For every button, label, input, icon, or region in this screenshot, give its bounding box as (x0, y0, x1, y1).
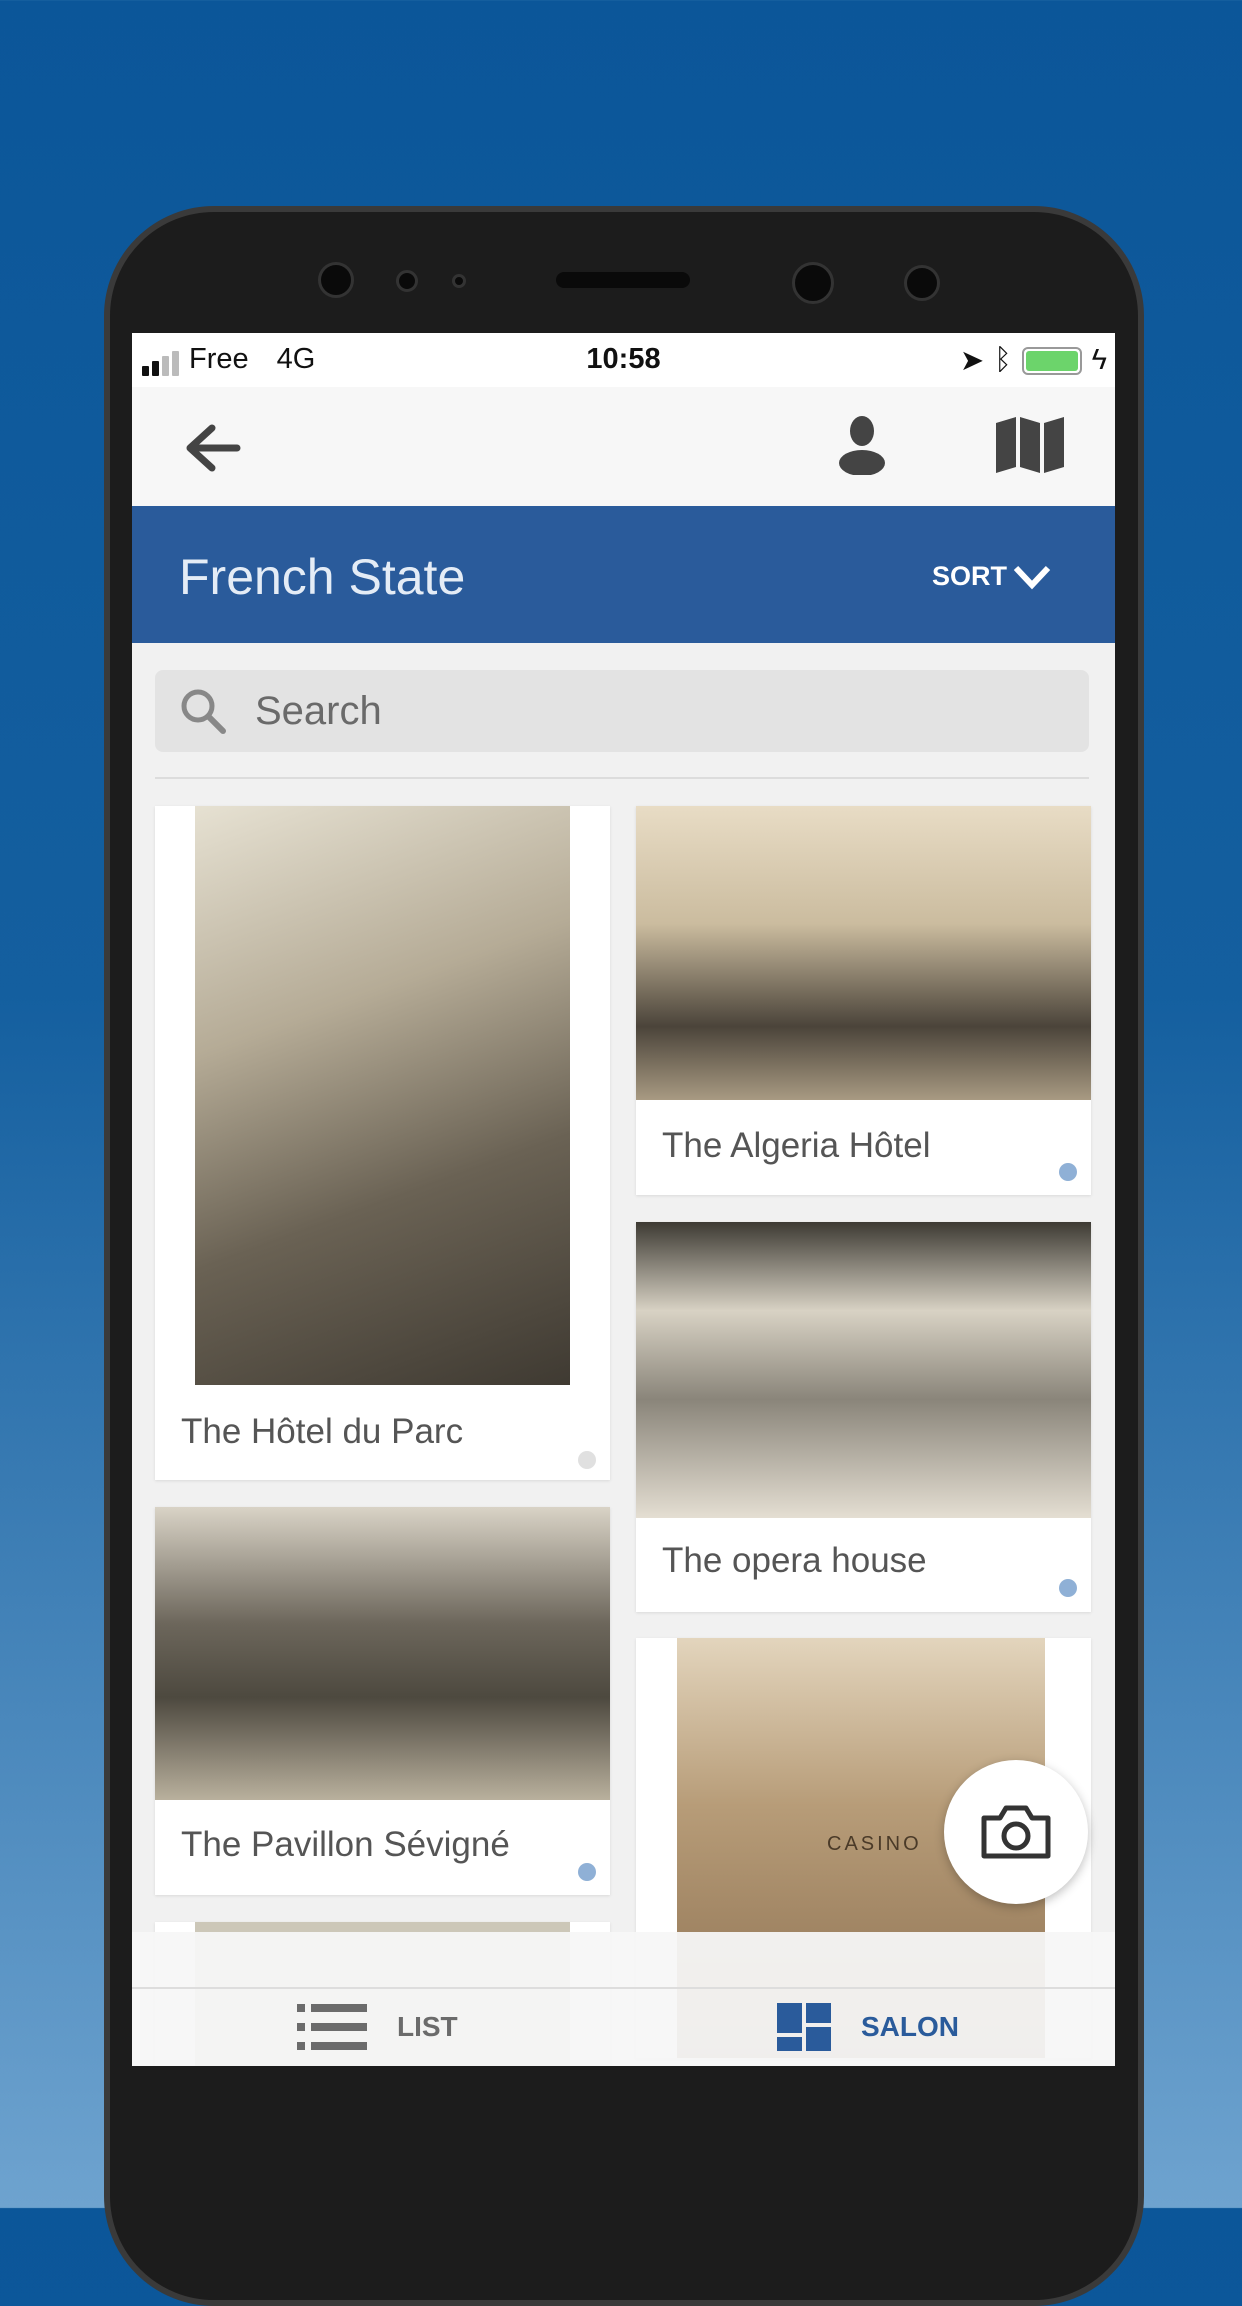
camera-icon (981, 1805, 1051, 1859)
divider (155, 777, 1089, 779)
status-dot (1059, 1163, 1077, 1181)
sensor (904, 265, 940, 301)
tab-salon[interactable]: SALON (777, 1987, 959, 2066)
tab-list-label: LIST (397, 2010, 458, 2042)
photo (195, 806, 570, 1385)
app-screen: Free4G 10:58 ➤ᛒϟ French State SORT The H… (132, 333, 1115, 2066)
camera (792, 262, 834, 304)
item-caption: The Algeria Hôtel (662, 1126, 931, 1165)
grid-icon (777, 2002, 831, 2051)
search-input[interactable] (255, 688, 955, 734)
photo (636, 1222, 1091, 1518)
user-icon[interactable] (838, 415, 886, 475)
page-header: French State SORT (132, 506, 1115, 643)
bluetooth-icon: ᛒ (994, 344, 1012, 376)
status-bar: Free 4G 10:58 ➤ ᛒ ϟ (132, 333, 1115, 387)
nav-bar (132, 387, 1115, 506)
item-caption: The Pavillon Sévigné (181, 1825, 510, 1864)
photo (636, 806, 1091, 1100)
sensor (452, 274, 466, 288)
list-icon (297, 2003, 367, 2050)
status-dot (578, 1863, 596, 1881)
status-dot (578, 1451, 596, 1469)
map-icon[interactable] (996, 417, 1064, 473)
list-item[interactable]: The Algeria Hôtel (636, 806, 1091, 1195)
list-item[interactable]: The Hôtel du Parc (155, 806, 610, 1480)
sort-label: SORT (931, 561, 1007, 591)
location-icon: ➤ (959, 345, 985, 377)
list-item[interactable]: The Pavillon Sévigné (155, 1507, 610, 1895)
photo (155, 1507, 610, 1800)
battery-icon (1021, 346, 1082, 375)
sort-button[interactable]: SORT (932, 561, 1051, 592)
chevron-down-icon (1013, 565, 1051, 589)
item-caption: The Hôtel du Parc (181, 1412, 464, 1451)
bottom-tab-bar: LIST SALON (132, 1932, 1115, 2066)
tab-list[interactable]: LIST (297, 1987, 458, 2066)
casino-sign: CASINO (827, 1833, 922, 1855)
search-bar[interactable] (155, 670, 1089, 752)
speaker (556, 272, 690, 288)
search-icon (181, 689, 226, 734)
list-item[interactable]: The opera house (636, 1222, 1091, 1612)
camera-button[interactable] (944, 1760, 1088, 1904)
tab-salon-label: SALON (861, 2010, 959, 2042)
front-camera (318, 262, 354, 298)
divider (132, 1987, 1115, 1989)
arrow-left-icon[interactable] (182, 423, 242, 473)
status-dot (1059, 1579, 1077, 1597)
sensor (396, 270, 418, 292)
page-title: French State (179, 549, 466, 605)
item-caption: The opera house (662, 1541, 927, 1580)
charging-icon: ϟ (1091, 344, 1107, 376)
